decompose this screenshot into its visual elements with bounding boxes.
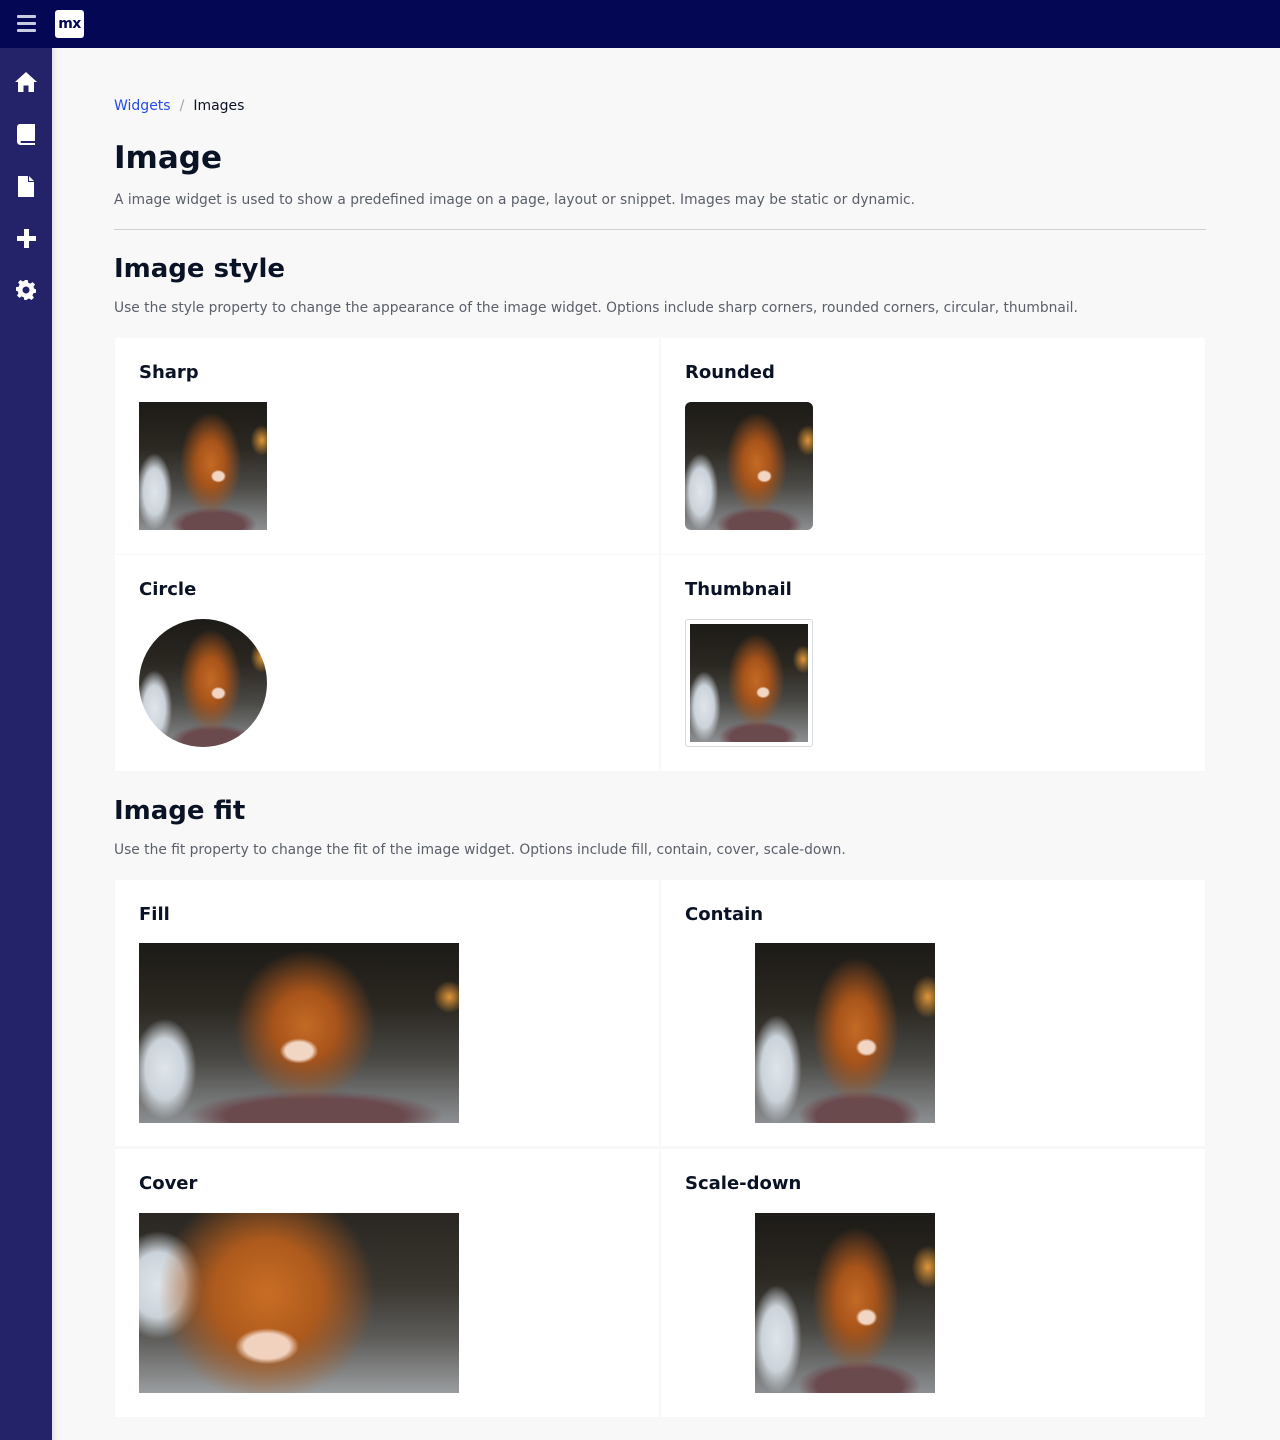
sidebar — [0, 48, 52, 1440]
thumbnail-frame — [685, 619, 813, 747]
card-label-scale-down: Scale-down — [685, 1173, 802, 1194]
card-fill: Fill — [115, 880, 659, 1146]
sidebar-shadow — [52, 48, 58, 1440]
image-cover — [139, 1213, 459, 1393]
image-circle — [139, 619, 267, 747]
home-icon — [15, 72, 37, 92]
card-label-thumbnail: Thumbnail — [685, 579, 792, 600]
card-thumbnail: Thumbnail — [661, 555, 1205, 771]
section-description-image-fit: Use the fit property to change the fit o… — [114, 842, 846, 858]
card-scale-down: Scale-down — [661, 1149, 1205, 1417]
image-fill — [139, 943, 459, 1123]
image-thumbnail — [690, 624, 808, 742]
image-rounded — [685, 402, 813, 530]
plus-icon — [16, 228, 36, 248]
card-label-contain: Contain — [685, 904, 764, 925]
card-circle: Circle — [115, 555, 659, 771]
file-icon — [18, 175, 34, 197]
card-label-sharp: Sharp — [139, 362, 199, 383]
app-logo[interactable]: mx — [55, 10, 84, 38]
card-sharp: Sharp — [115, 338, 659, 554]
page-description: A image widget is used to show a predefi… — [114, 192, 915, 208]
card-rounded: Rounded — [661, 338, 1205, 554]
breadcrumb-separator: / — [179, 98, 185, 114]
sidebar-item-settings[interactable] — [0, 264, 52, 316]
breadcrumb-link-widgets[interactable]: Widgets — [114, 98, 171, 114]
hamburger-icon[interactable] — [15, 13, 39, 35]
image-scale-down — [755, 1213, 935, 1393]
card-cover: Cover — [115, 1149, 659, 1417]
sidebar-item-add[interactable] — [0, 212, 52, 264]
breadcrumb-current: Images — [193, 98, 245, 114]
section-description-image-style: Use the style property to change the app… — [114, 300, 1078, 316]
card-label-cover: Cover — [139, 1173, 198, 1194]
card-contain: Contain — [661, 880, 1205, 1146]
card-label-circle: Circle — [139, 579, 197, 600]
page-title: Image — [114, 140, 222, 176]
card-label-rounded: Rounded — [685, 362, 775, 383]
divider — [114, 229, 1206, 230]
sidebar-item-book[interactable] — [0, 108, 52, 160]
sidebar-item-document[interactable] — [0, 160, 52, 212]
section-title-image-fit: Image fit — [114, 796, 246, 826]
gear-icon — [16, 280, 36, 300]
card-label-fill: Fill — [139, 904, 170, 925]
breadcrumb: Widgets / Images — [114, 98, 244, 114]
image-contain — [755, 943, 935, 1123]
image-sharp — [139, 402, 267, 530]
sidebar-item-home[interactable] — [0, 56, 52, 108]
section-title-image-style: Image style — [114, 254, 286, 284]
top-bar: mx — [0, 0, 1280, 48]
book-icon — [17, 123, 35, 145]
